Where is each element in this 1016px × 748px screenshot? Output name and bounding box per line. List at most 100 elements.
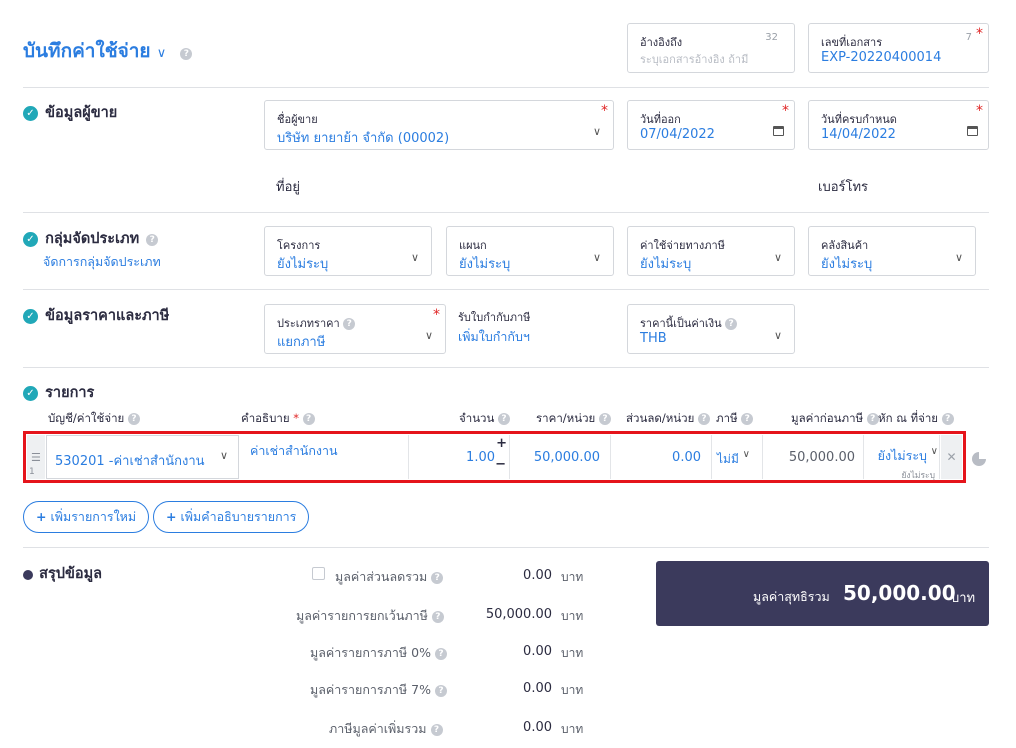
items-section-title: ✓ รายการ xyxy=(23,381,94,404)
description-input[interactable]: ค่าเช่าสำนักงาน xyxy=(241,435,409,479)
help-icon[interactable]: ? xyxy=(941,412,954,425)
warehouse-select[interactable]: คลังสินค้า ยังไม่ระบุ ∨ xyxy=(808,226,976,276)
description-value: ค่าเช่าสำนักงาน xyxy=(250,443,338,458)
total-box: มูลค่าสุทธิรวม 50,000.00 บาท xyxy=(656,561,989,626)
calendar-icon[interactable] xyxy=(773,125,784,140)
check-icon: ✓ xyxy=(23,386,38,401)
department-label: แผนก xyxy=(459,239,487,252)
chevron-down-icon: ∨ xyxy=(410,251,419,264)
help-icon[interactable]: ? xyxy=(343,318,356,330)
discount-checkbox[interactable] xyxy=(312,567,325,580)
help-icon[interactable]: ? xyxy=(725,318,738,330)
help-icon[interactable]: ? xyxy=(598,412,611,425)
due-date-value: 14/04/2022 xyxy=(821,127,896,142)
account-select[interactable]: 530201 -ค่าเช่าสำนักงาน ∨ xyxy=(46,435,239,479)
tax-value: ไม่มี xyxy=(717,452,739,466)
delete-row-icon[interactable]: ✕ xyxy=(941,435,962,479)
add-item-button[interactable]: + เพิ่มรายการใหม่ xyxy=(23,501,150,533)
required-marker: * xyxy=(601,103,608,119)
issue-date-label: วันที่ออก xyxy=(640,113,681,126)
currency-select[interactable]: ราคานี้เป็นค่าเงิน ? THB ∨ xyxy=(627,304,795,354)
summary-value: 0.00 xyxy=(523,644,552,659)
summary-unit: บาท xyxy=(561,646,584,660)
help-icon[interactable]: ? xyxy=(498,412,511,425)
wht-sub-value: ยังไม่ระบุ xyxy=(901,471,935,481)
add-description-button[interactable]: + เพิ่มคำอธิบายรายการ xyxy=(153,501,310,533)
price-section-title: ✓ ข้อมูลราคาและภาษี xyxy=(23,304,169,327)
pretax-value: 50,000.00 xyxy=(788,450,855,465)
char-count: 7 xyxy=(965,32,972,43)
help-icon[interactable]: ? xyxy=(866,412,879,425)
required-marker: * xyxy=(782,103,789,119)
total-unit: บาท xyxy=(951,591,976,606)
page-title-group[interactable]: บันทึกค่าใช้จ่าย ∨ ? xyxy=(23,36,193,66)
quantity-value: 1.00 xyxy=(466,450,495,465)
pretax-value-cell: 50,000.00 xyxy=(763,435,864,479)
check-icon: ✓ xyxy=(23,232,38,247)
docnum-value: EXP-20220400014 xyxy=(821,50,942,65)
group-section-title: ✓ กลุ่มจัดประเภท ? xyxy=(23,227,159,250)
decrement-icon[interactable]: − xyxy=(495,457,506,472)
help-icon[interactable]: ? xyxy=(180,47,193,60)
account-value: 530201 -ค่าเช่าสำนักงาน xyxy=(55,454,205,469)
summary-label: มูลค่ารายการยกเว้นภาษี ? xyxy=(296,606,444,626)
col-account: บัญชี/ค่าใช้จ่าย ? xyxy=(48,410,140,428)
char-count: 32 xyxy=(765,32,778,43)
check-icon: ✓ xyxy=(23,106,38,121)
summary-unit: บาท xyxy=(561,570,584,584)
wht-select[interactable]: ยังไม่ระบุ ∨ ยังไม่ระบุ xyxy=(864,435,940,481)
help-icon[interactable]: ? xyxy=(431,610,444,623)
total-label: มูลค่าสุทธิรวม xyxy=(753,589,830,604)
col-quantity: จำนวน ? xyxy=(459,410,511,428)
issue-date-value: 07/04/2022 xyxy=(640,127,715,142)
help-icon[interactable]: ? xyxy=(302,412,315,425)
tax-expense-value: ยังไม่ระบุ xyxy=(640,257,692,272)
chevron-down-icon: ∨ xyxy=(424,329,433,342)
discount-input[interactable]: 0.00 xyxy=(611,435,712,479)
chevron-down-icon: ∨ xyxy=(773,329,782,342)
department-select[interactable]: แผนก ยังไม่ระบุ ∨ xyxy=(446,226,614,276)
help-icon[interactable]: ? xyxy=(741,412,754,425)
divider xyxy=(23,87,989,88)
document-number-field[interactable]: เลขที่เอกสาร 7 * EXP-20220400014 xyxy=(808,23,989,73)
tax-expense-select[interactable]: ค่าใช้จ่ายทางภาษี ยังไม่ระบุ ∨ xyxy=(627,226,795,276)
help-icon[interactable]: ? xyxy=(434,684,447,697)
phone-label: เบอร์โทร xyxy=(818,180,869,195)
project-select[interactable]: โครงการ ยังไม่ระบุ ∨ xyxy=(264,226,432,276)
help-icon[interactable]: ? xyxy=(698,412,711,425)
summary-value: 0.00 xyxy=(523,681,552,696)
help-icon[interactable]: ? xyxy=(431,571,444,584)
reference-field[interactable]: อ้างอิงถึง 32 ระบุเอกสารอ้างอิง ถ้ามี xyxy=(627,23,795,73)
help-icon[interactable]: ? xyxy=(430,723,443,736)
help-icon[interactable]: ? xyxy=(146,233,159,246)
plus-icon: + xyxy=(36,509,47,524)
quantity-stepper[interactable]: 1.00 + − xyxy=(409,435,510,479)
help-icon[interactable]: ? xyxy=(434,647,447,660)
vendor-select[interactable]: ชื่อผู้ขาย * บริษัท ยายาย้า จำกัด (00002… xyxy=(264,100,614,150)
pie-chart-icon[interactable] xyxy=(972,452,986,466)
summary-label: ภาษีมูลค่าเพิ่มรวม ? xyxy=(329,719,443,739)
bullet-icon xyxy=(23,569,33,580)
price-type-label: ประเภทราคา ? xyxy=(277,314,356,332)
tax-select[interactable]: ไม่มี ∨ xyxy=(712,435,763,479)
issue-date-field[interactable]: วันที่ออก * 07/04/2022 xyxy=(627,100,795,150)
warehouse-label: คลังสินค้า xyxy=(821,239,869,252)
manage-groups-link[interactable]: จัดการกลุ่มจัดประเภท xyxy=(43,252,161,272)
unit-price-input[interactable]: 50,000.00 xyxy=(510,435,611,479)
chevron-down-icon[interactable]: ∨ xyxy=(157,46,167,61)
help-icon[interactable]: ? xyxy=(127,412,140,425)
due-date-field[interactable]: วันที่ครบกำหนด * 14/04/2022 xyxy=(808,100,989,150)
project-label: โครงการ xyxy=(277,239,321,252)
drag-handle[interactable]: ☰ 1 xyxy=(27,435,45,479)
calendar-icon[interactable] xyxy=(967,125,978,140)
chevron-down-icon: ∨ xyxy=(592,125,601,138)
increment-icon[interactable]: + xyxy=(496,436,507,451)
chevron-down-icon: ∨ xyxy=(930,446,938,457)
price-type-select[interactable]: ประเภทราคา ? * แยกภาษี ∨ xyxy=(264,304,446,354)
address-label: ที่อยู่ xyxy=(276,180,300,195)
add-invoice-link[interactable]: เพิ่มใบกำกับฯ xyxy=(458,327,530,347)
summary-title: สรุปข้อมูล xyxy=(23,562,102,585)
docnum-label: เลขที่เอกสาร xyxy=(821,36,883,49)
check-icon: ✓ xyxy=(23,309,38,324)
unit-price-value: 50,000.00 xyxy=(533,450,600,465)
